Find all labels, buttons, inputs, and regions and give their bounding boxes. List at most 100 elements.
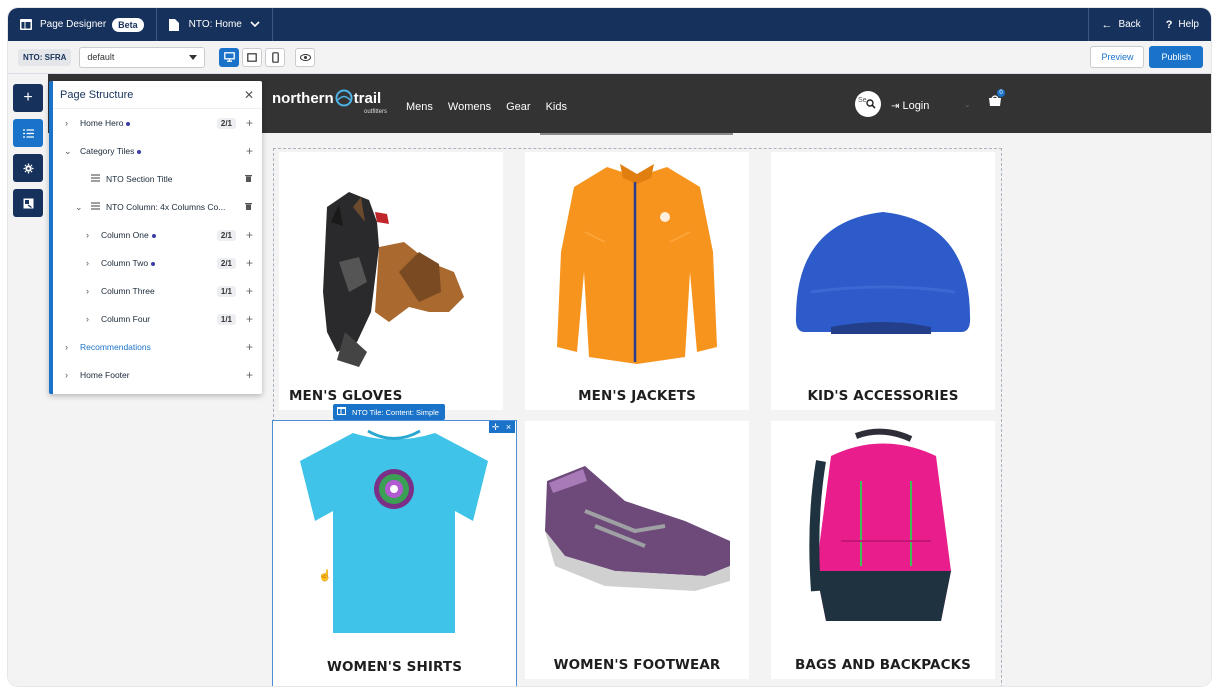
chevron-right-icon[interactable]: › bbox=[86, 286, 89, 296]
cart-button[interactable]: 0 bbox=[988, 89, 1005, 113]
chevron-down-icon[interactable]: ⌄ bbox=[75, 202, 83, 213]
help-button[interactable]: ? Help bbox=[1152, 8, 1211, 41]
tree-item-label: Category Tiles bbox=[80, 146, 135, 156]
chevron-right-icon[interactable]: › bbox=[86, 314, 89, 324]
trash-icon[interactable] bbox=[245, 202, 252, 212]
toolbar: NTO: SFRA default Preview Publish bbox=[8, 41, 1211, 74]
tree-item-home-footer[interactable]: › Home Footer + bbox=[53, 361, 262, 389]
add-component-button[interactable]: + bbox=[13, 84, 43, 112]
settings-button[interactable] bbox=[13, 154, 43, 182]
shoe-image bbox=[545, 466, 730, 591]
plus-icon[interactable]: + bbox=[246, 116, 253, 130]
site-pill[interactable]: NTO: SFRA bbox=[18, 48, 72, 66]
app-title-section: Page Designer Beta bbox=[8, 8, 157, 41]
tree-item-label: NTO Section Title bbox=[106, 174, 173, 184]
tree-item-label: Column Two bbox=[101, 258, 149, 268]
panel-title: Page Structure bbox=[53, 81, 262, 109]
chevron-right-icon[interactable]: › bbox=[65, 118, 68, 128]
drag-handle-icon[interactable] bbox=[91, 174, 100, 184]
page-structure-button[interactable] bbox=[13, 119, 43, 147]
page-structure-panel: Page Structure ✕ › Home Hero 2/1 + ⌄ Cat… bbox=[49, 81, 262, 394]
close-icon[interactable]: × bbox=[502, 421, 515, 433]
tile-title: WOMEN'S SHIRTS bbox=[326, 659, 463, 675]
publish-button[interactable]: Publish bbox=[1149, 46, 1203, 68]
modified-dot bbox=[137, 149, 142, 154]
plus-icon[interactable]: + bbox=[246, 340, 253, 354]
page-selector[interactable]: NTO: Home bbox=[157, 8, 273, 41]
chevron-right-icon[interactable]: › bbox=[86, 258, 89, 268]
tree-item-column-one[interactable]: › Column One 2/1 + bbox=[53, 221, 262, 249]
nav-item-gear[interactable]: Gear bbox=[506, 101, 530, 113]
back-label: Back bbox=[1118, 19, 1141, 30]
jacket-image bbox=[557, 164, 717, 364]
tile-mens-jackets[interactable]: MEN'S JACKETS bbox=[525, 152, 749, 410]
locale-select[interactable]: default bbox=[79, 46, 206, 68]
tree-item-nto-column[interactable]: ⌄ NTO Column: 4x Columns Co... bbox=[53, 193, 262, 221]
tree-item-column-four[interactable]: › Column Four 1/1 + bbox=[53, 305, 262, 333]
site-logo[interactable]: northern trail outfitters bbox=[272, 89, 387, 115]
preview-button[interactable]: Preview bbox=[1090, 46, 1145, 68]
logo-subtext: outfitters bbox=[364, 109, 388, 115]
trash-icon[interactable] bbox=[245, 174, 252, 184]
desktop-view-button[interactable] bbox=[219, 47, 240, 67]
beanie-image bbox=[795, 212, 971, 334]
app-title: Page Designer bbox=[40, 19, 107, 30]
chevron-down-icon[interactable]: ⌄ bbox=[64, 146, 72, 157]
gear-icon bbox=[23, 163, 33, 173]
tree-item-recommendations[interactable]: › Recommendations + bbox=[53, 333, 262, 361]
beta-badge: Beta bbox=[112, 17, 144, 32]
tree-item-section-title[interactable]: NTO Section Title bbox=[53, 165, 262, 193]
plus-icon[interactable]: + bbox=[246, 256, 253, 270]
backpack-image bbox=[809, 428, 951, 621]
tile-womens-footwear[interactable]: WOMEN'S FOOTWEAR bbox=[525, 421, 749, 679]
tile-title: WOMEN'S FOOTWEAR bbox=[553, 657, 721, 673]
search-text: Se bbox=[858, 97, 867, 104]
tile-bags-backpacks[interactable]: BAGS AND BACKPACKS bbox=[771, 421, 995, 679]
modified-dot bbox=[126, 121, 131, 126]
modified-dot bbox=[151, 261, 156, 266]
plus-icon[interactable]: + bbox=[246, 368, 253, 382]
tablet-view-button[interactable] bbox=[242, 47, 263, 67]
tile-mens-gloves[interactable]: MEN'S GLOVES bbox=[279, 152, 503, 410]
plus-icon[interactable]: + bbox=[246, 312, 253, 326]
preview-toggle-button[interactable] bbox=[295, 47, 316, 67]
chevron-right-icon[interactable]: › bbox=[86, 230, 89, 240]
chevron-right-icon[interactable]: › bbox=[65, 370, 68, 380]
tree-item-column-two[interactable]: › Column Two 2/1 + bbox=[53, 249, 262, 277]
document-icon bbox=[168, 19, 181, 31]
page-properties-button[interactable] bbox=[13, 189, 43, 217]
nav-item-womens[interactable]: Womens bbox=[448, 101, 491, 113]
mobile-icon bbox=[272, 51, 279, 63]
back-button[interactable]: ← Back bbox=[1088, 8, 1152, 41]
tree-item-label: Recommendations bbox=[80, 342, 151, 352]
tile-title: MEN'S GLOVES bbox=[289, 388, 403, 404]
tree-item-category-tiles[interactable]: ⌄ Category Tiles + bbox=[53, 137, 262, 165]
tree-item-column-three[interactable]: › Column Three 1/1 + bbox=[53, 277, 262, 305]
close-icon[interactable]: ✕ bbox=[244, 88, 254, 102]
device-switcher bbox=[219, 47, 286, 67]
login-link[interactable]: ⇥ Login bbox=[891, 100, 929, 112]
chevron-right-icon[interactable]: › bbox=[65, 342, 68, 352]
page-designer-window: Page Designer Beta NTO: Home ← Back ? He… bbox=[8, 8, 1211, 686]
nav-item-mens[interactable]: Mens bbox=[406, 101, 433, 113]
move-icon[interactable]: ✛ bbox=[489, 421, 502, 433]
plus-icon[interactable]: + bbox=[246, 284, 253, 298]
plus-icon[interactable]: + bbox=[246, 228, 253, 242]
tree-item-home-hero[interactable]: › Home Hero 2/1 + bbox=[53, 109, 262, 137]
tile-title: MEN'S JACKETS bbox=[578, 388, 696, 404]
tablet-icon bbox=[247, 52, 258, 62]
tree-item-label: Home Hero bbox=[80, 118, 124, 128]
mobile-view-button[interactable] bbox=[265, 47, 286, 67]
search-icon bbox=[866, 99, 876, 109]
count-badge: 1/1 bbox=[216, 313, 236, 325]
tile-kids-accessories[interactable]: KID'S ACCESSORIES bbox=[771, 152, 995, 410]
component-tag[interactable]: NTO Tile: Content: Simple bbox=[333, 404, 445, 420]
plus-icon[interactable]: + bbox=[246, 144, 253, 158]
site-search[interactable]: Se bbox=[855, 91, 881, 117]
arrow-left-icon: ← bbox=[1101, 18, 1113, 31]
drag-handle-icon[interactable] bbox=[91, 202, 100, 212]
tile-womens-shirts[interactable]: ☝ WOMEN'S SHIRTS bbox=[272, 420, 517, 686]
tree-item-label: Column Four bbox=[101, 314, 151, 324]
nav-item-kids[interactable]: Kids bbox=[546, 101, 567, 113]
modified-dot bbox=[151, 233, 156, 238]
